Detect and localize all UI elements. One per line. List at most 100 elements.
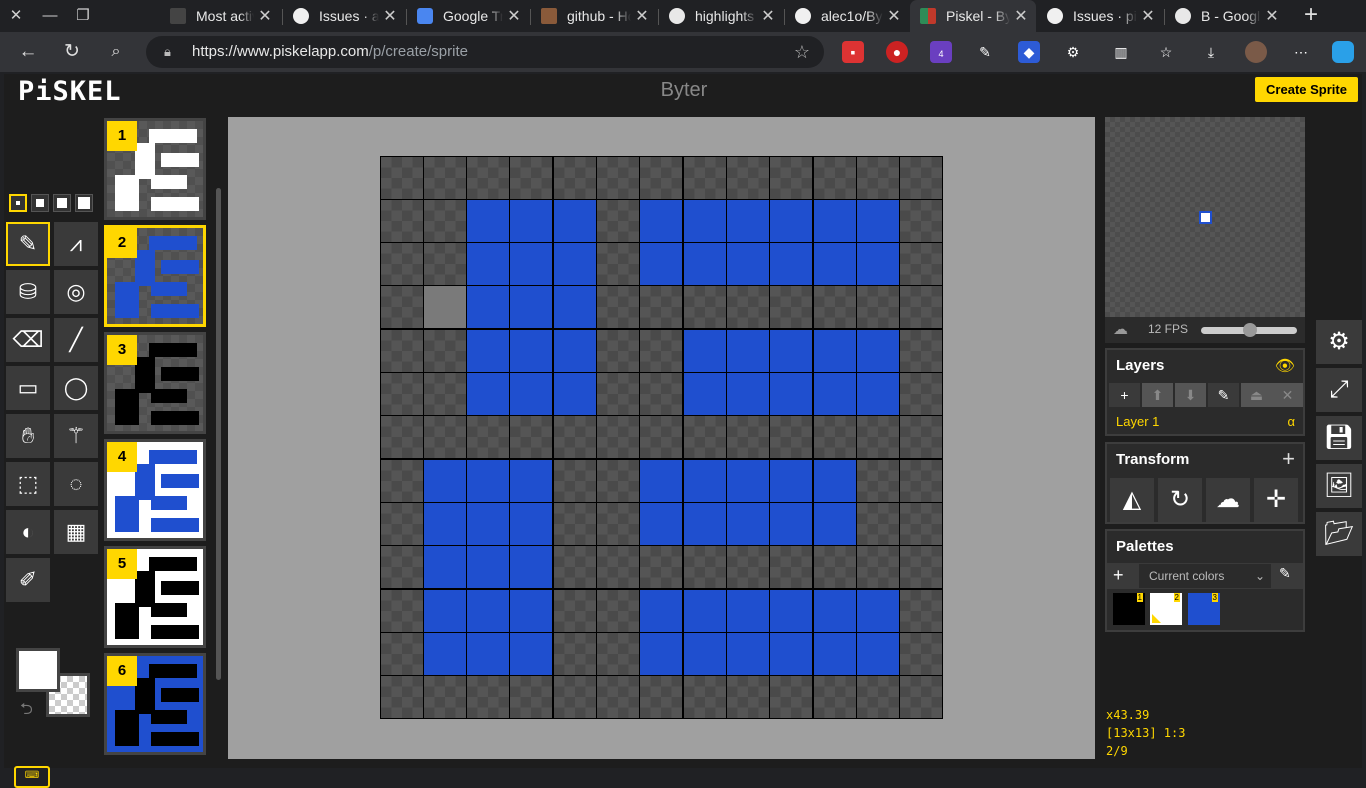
pixel-filled[interactable]	[770, 503, 812, 545]
pixel-empty[interactable]	[857, 546, 899, 588]
swap-colors-icon[interactable]: ⮌	[20, 698, 33, 725]
color-picker-icon[interactable]: ✐	[6, 558, 50, 602]
pixel-empty[interactable]	[424, 286, 466, 328]
pixel-grid[interactable]	[380, 156, 943, 719]
pixel-filled[interactable]	[467, 590, 509, 632]
pixel-empty[interactable]	[900, 546, 942, 588]
pixel-filled[interactable]	[510, 200, 552, 242]
pixel-empty[interactable]	[857, 676, 899, 718]
tab-close-icon[interactable]: ✕	[883, 6, 905, 26]
pixel-empty[interactable]	[770, 157, 812, 199]
minimize-window-icon[interactable]: —	[40, 6, 60, 26]
pixel-empty[interactable]	[597, 330, 639, 372]
pixel-empty[interactable]	[770, 286, 812, 328]
pixel-empty[interactable]	[554, 416, 596, 458]
open-folder-icon[interactable]: 📂︎	[1316, 512, 1362, 556]
pixel-filled[interactable]	[814, 330, 856, 372]
pixel-filled[interactable]	[510, 286, 552, 328]
pixel-empty[interactable]	[814, 286, 856, 328]
pixel-filled[interactable]	[554, 243, 596, 285]
pixel-empty[interactable]	[900, 330, 942, 372]
create-sprite-button[interactable]: Create Sprite	[1255, 77, 1358, 102]
pixel-filled[interactable]	[424, 503, 466, 545]
eye-icon[interactable]: 👁︎	[1275, 356, 1295, 376]
extension-cube-icon[interactable]: 4	[930, 41, 952, 63]
pixel-empty[interactable]	[857, 503, 899, 545]
reload-icon[interactable]: ↻	[58, 38, 86, 66]
frame-thumbnail[interactable]: 5	[104, 546, 206, 648]
pixel-filled[interactable]	[857, 590, 899, 632]
pixel-filled[interactable]	[727, 503, 769, 545]
favorites-icon[interactable]: ☆	[1155, 41, 1177, 63]
pixel-empty[interactable]	[597, 200, 639, 242]
pixel-empty[interactable]	[467, 676, 509, 718]
pixel-filled[interactable]	[857, 243, 899, 285]
eyedropper-extension-icon[interactable]: ✎	[974, 41, 996, 63]
pixel-empty[interactable]	[597, 373, 639, 415]
lighten-tool-icon[interactable]: ◐	[6, 510, 50, 554]
pixel-empty[interactable]	[900, 200, 942, 242]
more-menu-icon[interactable]: ⋯	[1290, 41, 1312, 63]
pixel-filled[interactable]	[467, 286, 509, 328]
split-screen-icon[interactable]: ▥	[1110, 41, 1132, 63]
search-icon[interactable]: ⌕	[102, 38, 130, 66]
pixel-empty[interactable]	[770, 416, 812, 458]
pixel-empty[interactable]	[597, 633, 639, 675]
tab-close-icon[interactable]: ✕	[1261, 6, 1283, 26]
pixel-empty[interactable]	[727, 676, 769, 718]
pixel-empty[interactable]	[900, 286, 942, 328]
restore-window-icon[interactable]: ❐	[73, 6, 93, 26]
merge-layer-button[interactable]: ⏏	[1241, 383, 1272, 407]
browser-tab[interactable]: Most activ ✕	[160, 0, 280, 32]
pixel-empty[interactable]	[424, 676, 466, 718]
pixel-empty[interactable]	[467, 157, 509, 199]
pixel-filled[interactable]	[640, 200, 682, 242]
pixel-empty[interactable]	[467, 416, 509, 458]
pixel-empty[interactable]	[727, 157, 769, 199]
pixel-empty[interactable]	[684, 416, 726, 458]
pixel-filled[interactable]	[857, 633, 899, 675]
pixel-filled[interactable]	[510, 243, 552, 285]
pixel-empty[interactable]	[381, 330, 423, 372]
pixel-empty[interactable]	[597, 546, 639, 588]
pixel-filled[interactable]	[770, 330, 812, 372]
pen-tool-icon[interactable]: ✎	[6, 222, 50, 266]
browser-tab[interactable]: github - Ho ✕	[531, 0, 657, 32]
export-image-icon[interactable]: 🖼︎	[1316, 464, 1362, 508]
pixel-empty[interactable]	[900, 503, 942, 545]
browser-tab-active[interactable]: Piskel - By ✕	[910, 0, 1036, 32]
pixel-empty[interactable]	[684, 286, 726, 328]
frames-scrollbar[interactable]	[216, 188, 221, 680]
pixel-filled[interactable]	[684, 200, 726, 242]
pixel-empty[interactable]	[857, 157, 899, 199]
dithering-tool-icon[interactable]: ▦	[54, 510, 98, 554]
new-tab-button[interactable]: +	[1298, 3, 1324, 29]
tab-close-icon[interactable]: ✕	[379, 6, 401, 26]
pixel-filled[interactable]	[814, 590, 856, 632]
pixel-filled[interactable]	[727, 460, 769, 502]
pen-size-2[interactable]	[31, 194, 49, 212]
pixel-filled[interactable]	[467, 200, 509, 242]
pixel-empty[interactable]	[597, 460, 639, 502]
pixel-filled[interactable]	[640, 243, 682, 285]
layer-item[interactable]: Layer 1 α	[1107, 410, 1303, 434]
pixel-empty[interactable]	[597, 590, 639, 632]
frame-thumbnail[interactable]: 4	[104, 439, 206, 541]
pixel-filled[interactable]	[467, 373, 509, 415]
move-layer-down-button[interactable]: ⬇	[1175, 383, 1206, 407]
pixel-filled[interactable]	[640, 633, 682, 675]
browser-tab[interactable]: alec1o/By ✕	[785, 0, 909, 32]
pixel-filled[interactable]	[684, 330, 726, 372]
pixel-filled[interactable]	[814, 243, 856, 285]
pixel-filled[interactable]	[510, 503, 552, 545]
pixel-empty[interactable]	[684, 157, 726, 199]
pixel-filled[interactable]	[814, 633, 856, 675]
primary-color[interactable]	[16, 648, 60, 692]
pixel-filled[interactable]	[510, 590, 552, 632]
pixel-filled[interactable]	[770, 460, 812, 502]
pixel-filled[interactable]	[770, 633, 812, 675]
pixel-filled[interactable]	[684, 633, 726, 675]
pixel-empty[interactable]	[900, 243, 942, 285]
pixel-filled[interactable]	[770, 200, 812, 242]
pixel-empty[interactable]	[554, 157, 596, 199]
